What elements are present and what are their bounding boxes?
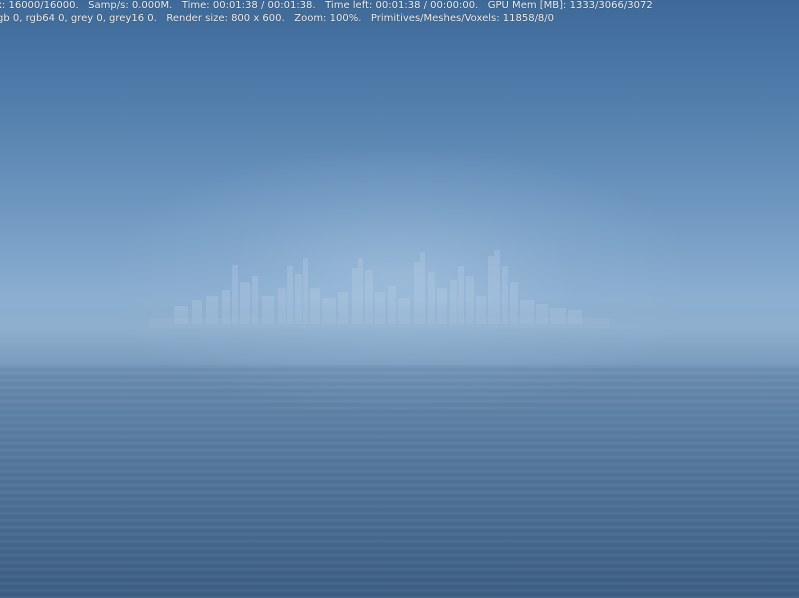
ocean-surface xyxy=(0,365,799,598)
render-status-overlay: x: 16000/16000. Samp/s: 0.000M. Time: 00… xyxy=(0,0,799,26)
render-stats-line: x: 16000/16000. Samp/s: 0.000M. Time: 00… xyxy=(0,0,653,11)
render-viewport[interactable]: x: 16000/16000. Samp/s: 0.000M. Time: 00… xyxy=(0,0,799,598)
render-info-line: gb 0, rgb64 0, grey 0, grey16 0. Render … xyxy=(0,13,555,24)
